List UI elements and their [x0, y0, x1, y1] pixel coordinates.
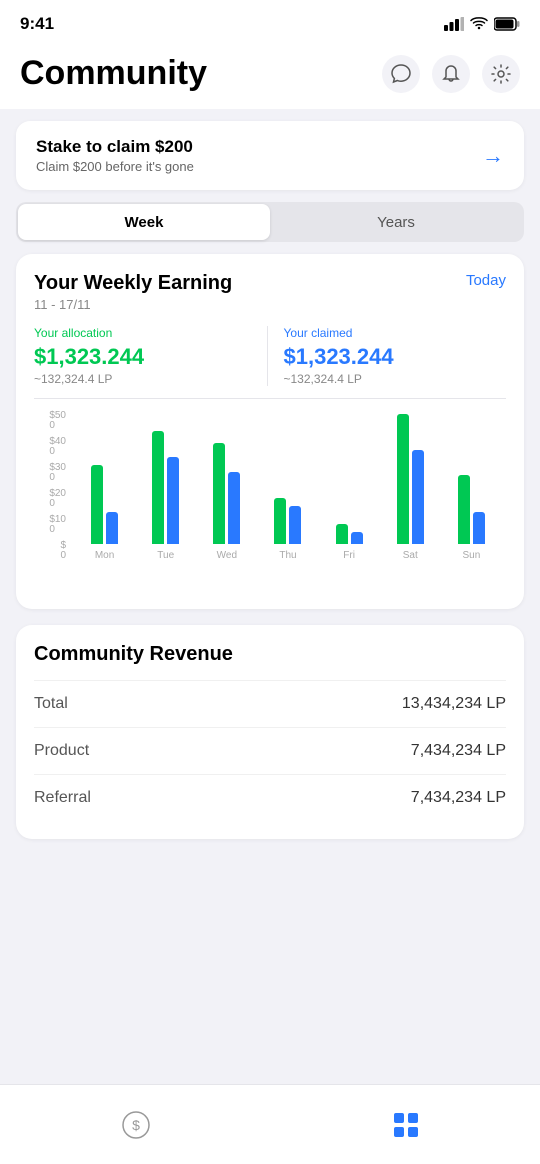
chart-day-group: Mon — [74, 414, 135, 561]
chart-bars-container: Mon Tue Wed Thu Fri Sat Sun — [70, 411, 506, 561]
revenue-row-label: Referral — [34, 789, 91, 807]
bars-wrapper — [91, 414, 118, 544]
bottom-nav: $ — [0, 1084, 540, 1164]
tab-years[interactable]: Years — [270, 204, 522, 240]
wifi-icon — [470, 17, 488, 31]
blue-bar — [167, 457, 179, 544]
community-revenue-card: Community Revenue Total 13,434,234 LP Prod… — [16, 625, 524, 839]
green-bar — [213, 443, 225, 544]
blue-bar — [289, 506, 301, 544]
card-header: Your Weekly Earning 11 - 17/11 Today — [34, 272, 506, 312]
day-label: Mon — [95, 550, 114, 561]
message-icon — [390, 63, 412, 85]
day-label: Fri — [343, 550, 355, 561]
claimed-amount: $1,323.244 — [284, 344, 394, 370]
chart-day-group: Thu — [257, 414, 318, 561]
green-bar — [397, 414, 409, 544]
chart-area: $500 $400 $300 $200 $100 $0 Mon Tue Wed Thu… — [34, 411, 506, 591]
y-label-0: $0 — [60, 541, 66, 561]
day-label: Thu — [279, 550, 296, 561]
status-bar: 9:41 — [0, 0, 540, 44]
bars-wrapper — [397, 414, 424, 544]
revenue-row-value: 7,434,234 LP — [411, 789, 506, 807]
blue-bar — [228, 472, 240, 544]
green-bar — [274, 498, 286, 544]
revenue-row-label: Product — [34, 742, 89, 760]
chart-day-group: Fri — [319, 414, 380, 561]
promo-arrow: → — [482, 143, 504, 169]
nav-dollar-button[interactable]: $ — [111, 1100, 161, 1150]
promo-text: Stake to claim $200 Claim $200 before it… — [36, 137, 194, 174]
header: Community — [0, 44, 540, 109]
green-bar — [336, 524, 348, 544]
revenue-row-label: Total — [34, 695, 68, 713]
bell-button[interactable] — [432, 55, 470, 93]
chart-day-group: Wed — [196, 414, 257, 561]
header-actions — [382, 55, 520, 93]
bars-wrapper — [458, 414, 485, 544]
green-bar — [91, 465, 103, 544]
chart-day-group: Tue — [135, 414, 196, 561]
day-label: Sat — [403, 550, 418, 561]
green-bar — [458, 475, 470, 544]
message-button[interactable] — [382, 55, 420, 93]
bell-icon — [440, 63, 462, 85]
promo-banner[interactable]: Stake to claim $200 Claim $200 before it… — [16, 121, 524, 190]
green-bar — [152, 431, 164, 544]
bars-wrapper — [336, 414, 363, 544]
revenue-row: Total 13,434,234 LP — [34, 680, 506, 727]
gear-icon — [490, 63, 512, 85]
weekly-earning-card: Your Weekly Earning 11 - 17/11 Today You… — [16, 254, 524, 609]
chart-day-group: Sun — [441, 414, 502, 561]
tab-week[interactable]: Week — [18, 204, 270, 240]
bars-wrapper — [274, 414, 301, 544]
day-label: Tue — [157, 550, 174, 561]
nav-grid-button[interactable] — [382, 1101, 430, 1149]
earning-stats: Your allocation $1,323.244 ~132,324.4 LP… — [34, 326, 506, 399]
allocation-amount: $1,323.244 — [34, 344, 144, 370]
y-label-50: $500 — [49, 411, 66, 431]
day-label: Wed — [217, 550, 237, 561]
blue-bar — [106, 512, 118, 544]
revenue-row-value: 13,434,234 LP — [402, 695, 506, 713]
tab-switcher: Week Years — [16, 202, 524, 242]
battery-icon — [494, 17, 520, 31]
dollar-icon: $ — [121, 1110, 151, 1140]
allocation-label: Your allocation — [34, 326, 112, 340]
blue-bar — [473, 512, 485, 544]
revenue-title: Community Revenue — [34, 643, 506, 666]
svg-text:$: $ — [132, 1117, 140, 1133]
promo-title: Stake to claim $200 — [36, 137, 194, 157]
allocation-lp: ~132,324.4 LP — [34, 372, 112, 386]
y-label-20: $200 — [49, 489, 66, 509]
chart-day-group: Sat — [380, 414, 441, 561]
bars-wrapper — [213, 414, 240, 544]
settings-button[interactable] — [482, 55, 520, 93]
revenue-row: Product 7,434,234 LP — [34, 727, 506, 774]
claimed-lp: ~132,324.4 LP — [284, 372, 362, 386]
y-label-40: $400 — [49, 437, 66, 457]
revenue-rows: Total13,434,234 LPProduct7,434,234 LPRef… — [34, 680, 506, 821]
day-label: Sun — [463, 550, 481, 561]
allocation-stat: Your allocation $1,323.244 ~132,324.4 LP — [34, 326, 267, 386]
y-label-10: $100 — [49, 515, 66, 535]
page-title: Community — [20, 54, 207, 93]
today-button[interactable]: Today — [466, 272, 506, 289]
promo-subtitle: Claim $200 before it's gone — [36, 159, 194, 174]
blue-bar — [412, 450, 424, 544]
revenue-row-value: 7,434,234 LP — [411, 742, 506, 760]
status-time: 9:41 — [20, 14, 54, 34]
status-icons — [444, 17, 520, 31]
grid-icon — [392, 1111, 420, 1139]
claimed-label: Your claimed — [284, 326, 353, 340]
bars-wrapper — [152, 414, 179, 544]
revenue-row: Referral 7,434,234 LP — [34, 774, 506, 821]
card-title: Your Weekly Earning — [34, 272, 232, 295]
card-date: 11 - 17/11 — [34, 297, 232, 312]
y-label-30: $300 — [49, 463, 66, 483]
claimed-stat: Your claimed $1,323.244 ~132,324.4 LP — [267, 326, 507, 386]
blue-bar — [351, 532, 363, 544]
signal-icon — [444, 17, 464, 31]
chart-y-labels: $500 $400 $300 $200 $100 $0 — [34, 411, 70, 561]
